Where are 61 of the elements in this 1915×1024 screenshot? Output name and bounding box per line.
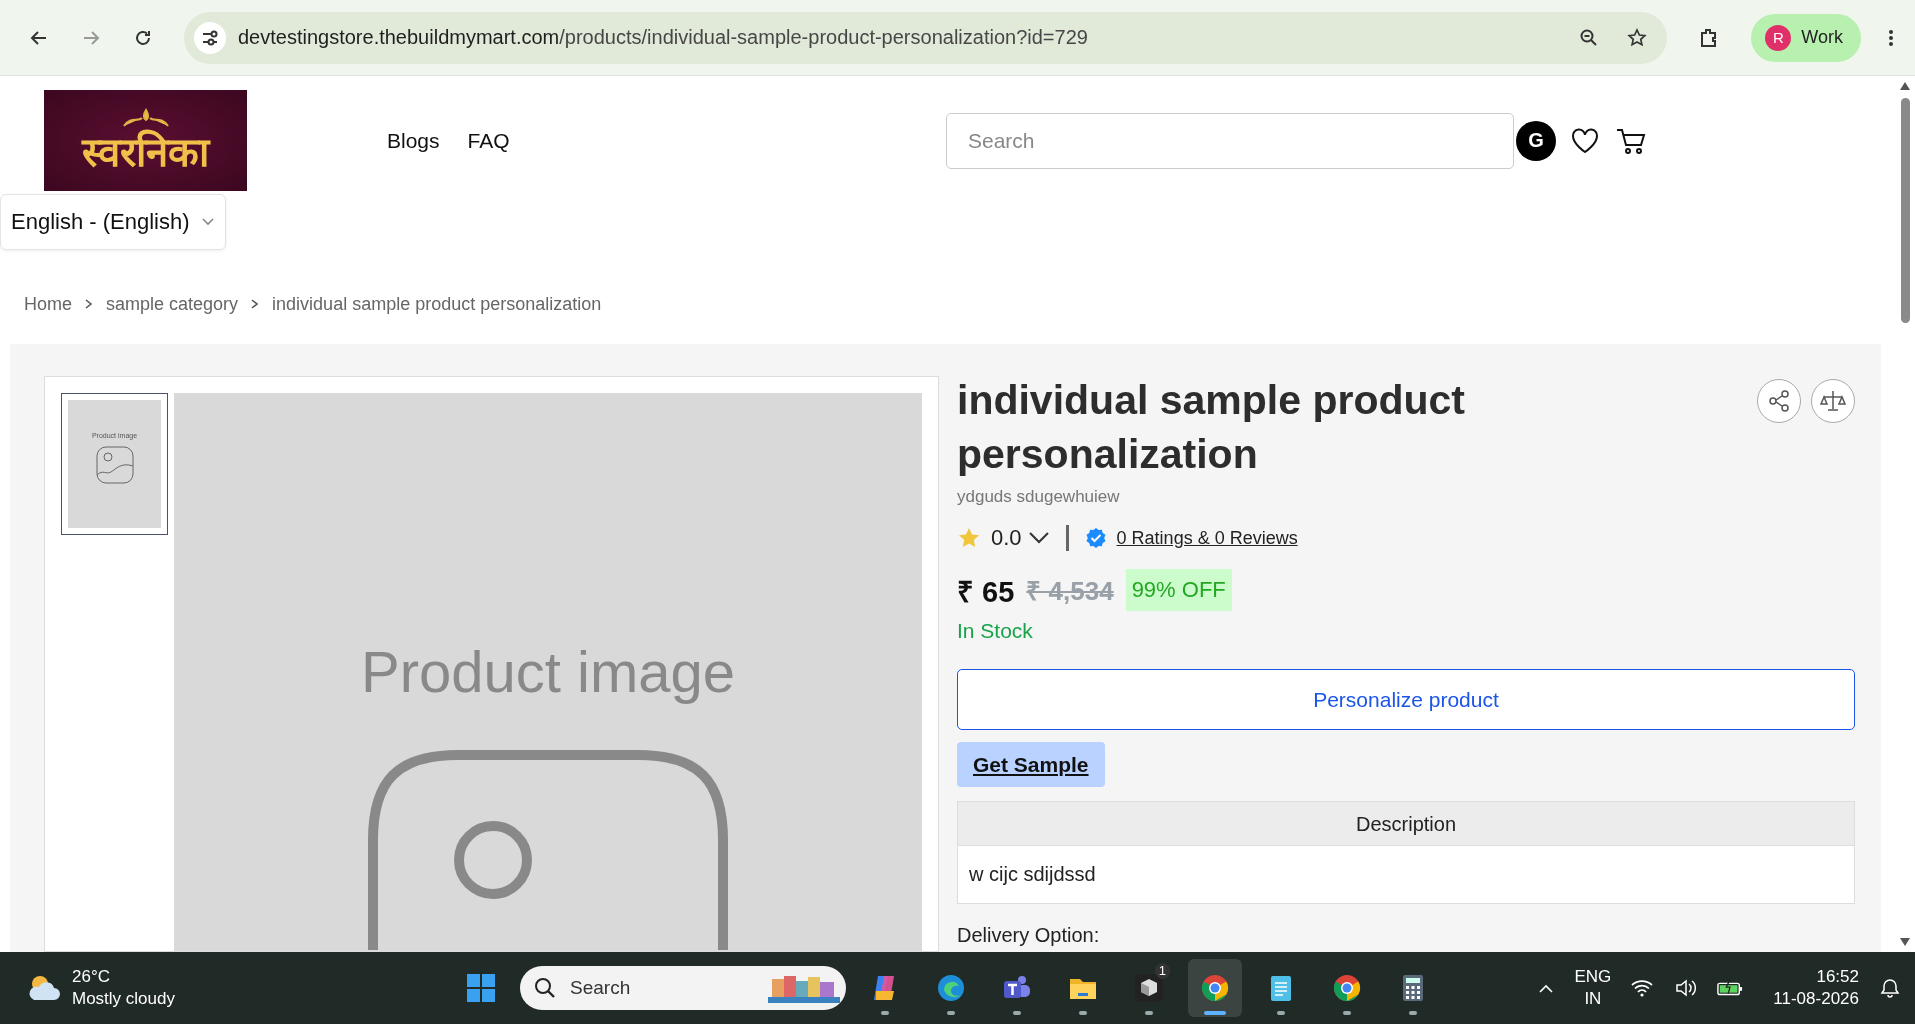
clock[interactable]: 16:52 11-08-2026 [1773, 966, 1859, 1010]
delivery-label: Delivery Option: [957, 924, 1101, 947]
taskbar-app[interactable]: 1 [1122, 959, 1176, 1017]
nav-link[interactable]: Blogs [387, 128, 440, 153]
start-icon [464, 971, 498, 1005]
breadcrumb-link[interactable]: sample category [106, 293, 239, 315]
original-price: ₹ 4,534 [1026, 575, 1114, 608]
reviews-link[interactable]: 0 Ratings & 0 Reviews [1116, 527, 1298, 549]
description-heading: Description [958, 802, 1854, 846]
scale-icon[interactable] [1811, 379, 1855, 423]
chevron-right-icon [84, 298, 94, 310]
share-icon[interactable] [1757, 379, 1801, 423]
logo[interactable]: स्वरनिका [44, 90, 247, 191]
chevron-down-icon[interactable] [1027, 531, 1050, 545]
running-indicator [881, 1011, 889, 1015]
breadcrumb-link[interactable]: individual sample product personalization [272, 293, 602, 315]
price: ₹ 65 [957, 574, 1015, 610]
scrollbar-thumb[interactable] [1900, 98, 1910, 323]
taskbar-search[interactable]: Search [520, 966, 846, 1010]
temperature: 26°C [72, 966, 111, 988]
weather-widget[interactable]: 26°C Mostly cloudy [24, 966, 424, 1010]
account-avatar[interactable]: G [1516, 120, 1556, 161]
description-text: w cijc sdijdssd [968, 862, 1097, 887]
chevron-down-icon [201, 218, 214, 226]
get-sample-button[interactable]: Get Sample [957, 742, 1105, 787]
verified-icon [1084, 527, 1107, 549]
search-field[interactable]: Search [946, 112, 1514, 169]
running-indicator [1343, 1011, 1351, 1015]
running-indicator [1013, 1011, 1021, 1015]
chevron-right-icon [250, 298, 261, 310]
nav-link[interactable]: FAQ [467, 128, 510, 153]
scroll-down-icon[interactable] [1900, 938, 1910, 946]
logo-text: स्वरनिका [82, 129, 209, 174]
running-indicator [1204, 1011, 1226, 1015]
image-icon [94, 445, 135, 485]
url-text: devtestingstore.thebuildmymart.com/products/individual-sample-product-personalization?id=729 [238, 26, 1089, 49]
rating-value: 0.0 [991, 525, 1022, 551]
breadcrumb-link[interactable]: Home [24, 293, 72, 315]
discount-badge: 99% OFF [1125, 569, 1232, 611]
weather-description: Mostly cloudy [72, 988, 175, 1010]
running-indicator [1277, 1011, 1285, 1015]
address-bar[interactable]: devtestingstore.thebuildmymart.com/products/individual-sample-product-personalization?id=729 [184, 11, 1668, 64]
image-icon [368, 750, 728, 950]
star-icon [957, 526, 981, 550]
stock-status: In Stock [957, 619, 1034, 643]
product-title: individual sample product personalization [957, 376, 1466, 479]
count-badge: 1 [1154, 963, 1170, 979]
running-indicator [947, 1011, 955, 1015]
running-indicator [1145, 1011, 1153, 1015]
product-subtitle: ydguds sdugewhuiew [957, 487, 1121, 507]
running-indicator [1079, 1011, 1087, 1015]
image-label: Product image [361, 638, 735, 705]
search-icon [534, 977, 556, 999]
language-dropdown[interactable]: English - (English) [0, 194, 226, 250]
language-indicator[interactable]: ENG IN [1574, 966, 1612, 1010]
profile-button[interactable]: R Work [1751, 13, 1861, 62]
site-settings-icon[interactable] [194, 21, 226, 54]
running-indicator [1409, 1011, 1417, 1015]
avatar-icon: R [1765, 24, 1792, 51]
scroll-up-icon[interactable] [1900, 82, 1910, 90]
personalize-button[interactable]: Personalize product [957, 669, 1855, 730]
